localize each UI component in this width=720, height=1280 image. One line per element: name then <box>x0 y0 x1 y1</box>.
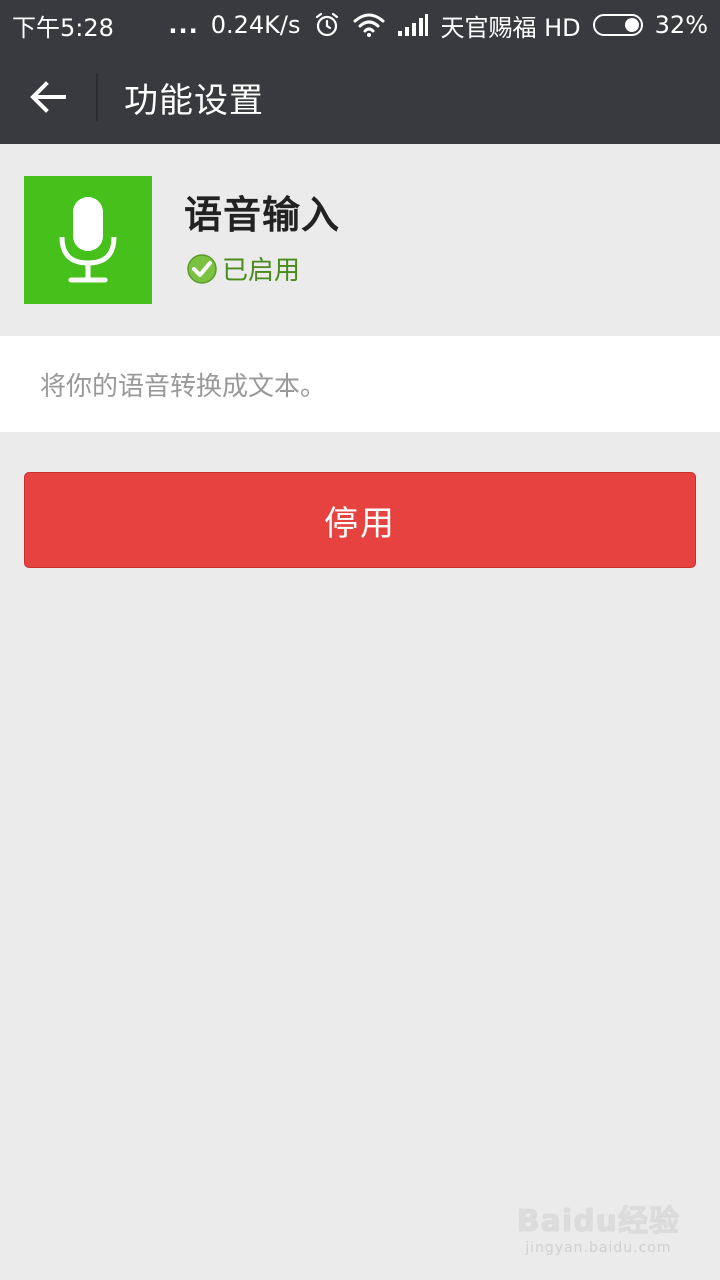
feature-name: 语音输入 <box>184 193 341 237</box>
feature-description: 将你的语音转换成文本。 <box>0 336 720 432</box>
disable-button[interactable]: 停用 <box>24 472 696 568</box>
signal-icon <box>397 13 429 37</box>
baidu-watermark: Baidu经验 jingyan.baidu.com <box>517 1196 680 1256</box>
status-carrier: 天官赐福 HD <box>440 13 581 42</box>
status-network-speed: 0.24K/s <box>210 11 301 39</box>
battery-icon <box>592 14 643 36</box>
wifi-icon <box>353 12 385 38</box>
status-bar: 下午5:28 ... 0.24K/s 天官赐福 HD 32% <box>0 0 720 50</box>
back-button[interactable] <box>0 50 96 144</box>
microphone-icon <box>24 176 152 304</box>
feature-status-label: 已启用 <box>222 256 301 286</box>
title-divider <box>96 73 98 121</box>
feature-status: 已启用 <box>186 250 300 287</box>
title-bar: 功能设置 <box>0 50 720 144</box>
battery-fill <box>625 18 639 32</box>
feature-description-text: 将你的语音转换成文本。 <box>40 371 327 402</box>
status-more-dots: ... <box>168 11 199 39</box>
check-circle-icon <box>187 253 217 284</box>
disable-button-label: 停用 <box>324 503 396 544</box>
watermark-url: jingyan.baidu.com <box>525 1240 672 1256</box>
watermark-logo: Baidu经验 <box>516 1204 680 1239</box>
page-title: 功能设置 <box>124 80 264 121</box>
status-time: 下午5:28 <box>12 13 114 42</box>
status-right-group: ... 0.24K/s 天官赐福 HD 32% <box>168 8 708 43</box>
status-battery-percent: 32% <box>654 11 708 39</box>
feature-header: 语音输入 已启用 <box>0 144 720 336</box>
alarm-icon <box>313 11 341 39</box>
back-arrow-icon <box>30 81 66 113</box>
